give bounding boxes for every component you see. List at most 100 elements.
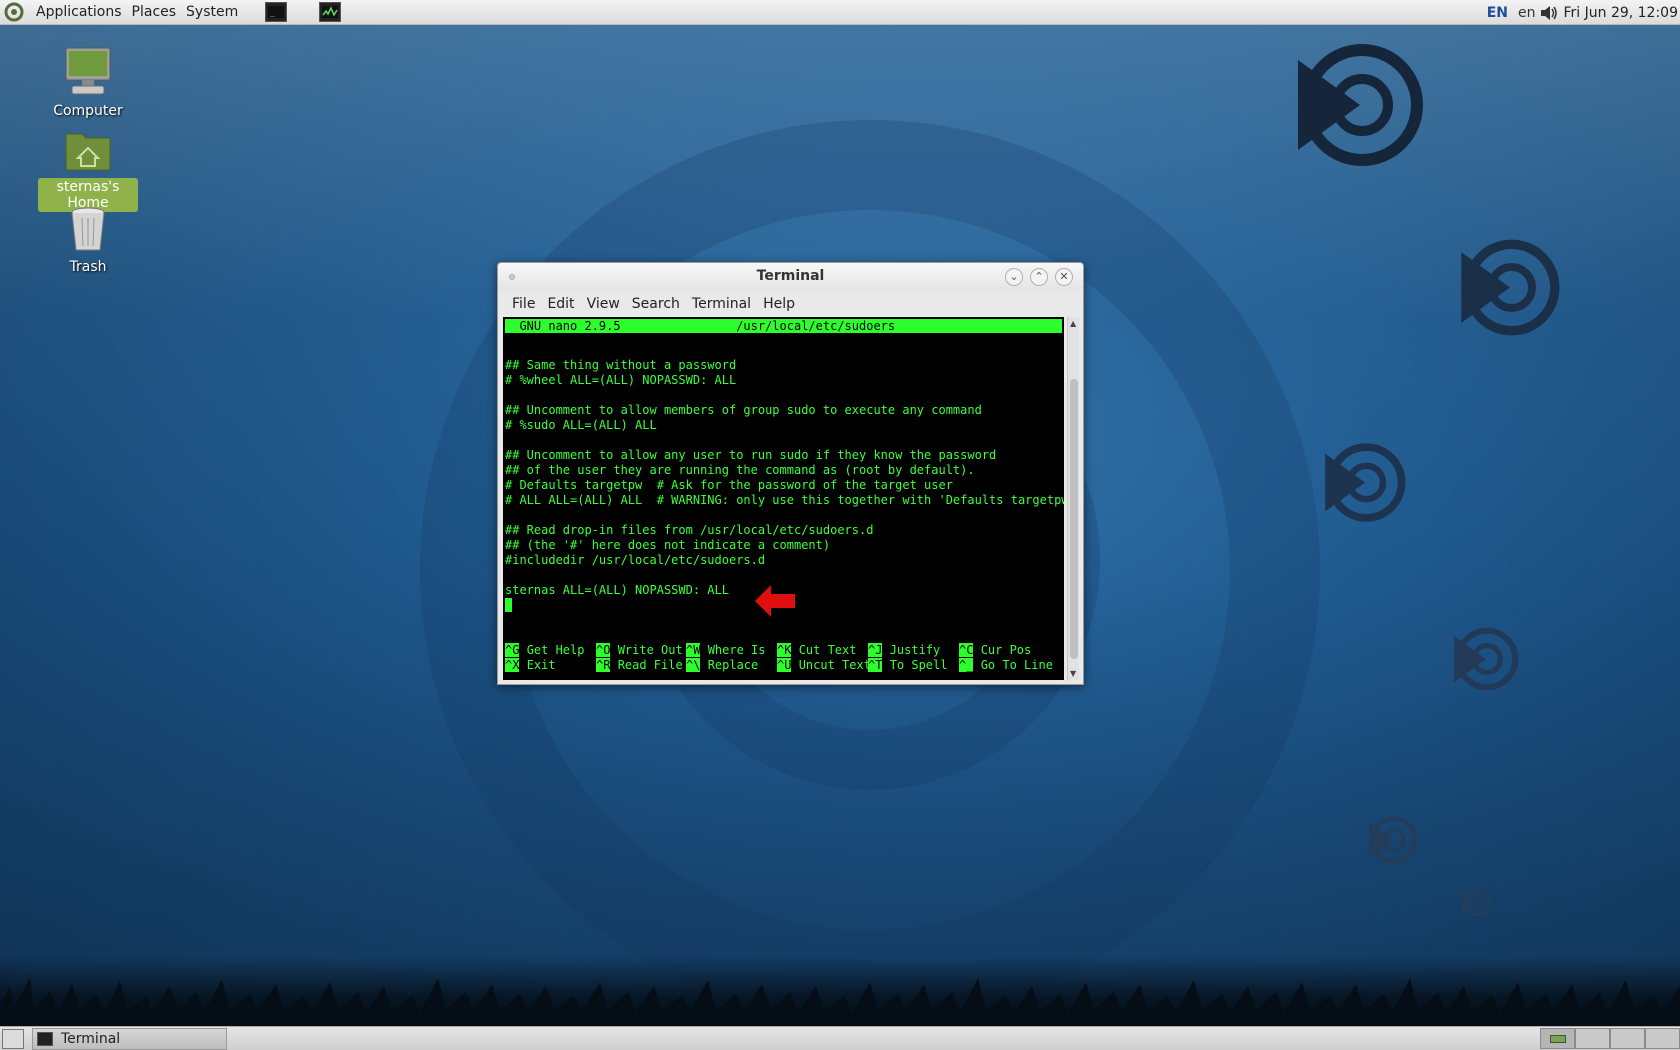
shortcut-key: ^C (959, 643, 974, 657)
top-panel: Applications Places System _ EN en Fri J… (0, 0, 1680, 25)
nano-line: sternas ALL=(ALL) NOPASSWD: ALL (505, 583, 729, 597)
shortcut-where-is: ^W Where Is (686, 643, 765, 658)
workspace-4[interactable] (1645, 1028, 1680, 1049)
shortcut-write-out: ^O Write Out (596, 643, 683, 658)
svg-text:_: _ (270, 8, 275, 17)
clock[interactable]: Fri Jun 29, 12:09 (1559, 5, 1680, 21)
bottom-panel: Terminal (0, 1026, 1680, 1050)
nano-line: ## Uncomment to allow any user to run su… (505, 448, 997, 462)
shortcut-label: Read File (617, 658, 683, 672)
nano-line: # %wheel ALL=(ALL) NOPASSWD: ALL (505, 373, 737, 387)
terminal-window: Terminal ⌄ ⌃ ✕ File Edit View Search Ter… (497, 262, 1084, 685)
nano-line: ## (the '#' here does not indicate a com… (505, 538, 831, 552)
wallpaper-grass (0, 956, 1680, 1026)
menu-applications[interactable]: Applications (31, 0, 127, 25)
shortcut-label: To Spell (889, 658, 948, 672)
menu-terminal[interactable]: Terminal (686, 296, 757, 312)
wallpaper-logo (1454, 627, 1519, 691)
shortcut-label: Cur Pos (980, 643, 1032, 657)
volume-icon[interactable] (1539, 4, 1559, 22)
scroll-up-icon[interactable]: ▲ (1070, 319, 1076, 328)
shortcut-label: Go To Line (980, 658, 1053, 672)
nano-line: ## Same thing without a password (505, 358, 737, 372)
distro-logo-icon[interactable] (3, 1, 25, 23)
workspace-1[interactable] (1540, 1028, 1575, 1049)
shortcut-key: ^O (596, 643, 611, 657)
nano-line: # %sudo ALL=(ALL) ALL (505, 418, 657, 432)
shortcut-label: Replace (707, 658, 759, 672)
shortcut-key: ^\ (686, 658, 701, 672)
nano-line: ## Read drop-in files from /usr/local/et… (505, 523, 874, 537)
workspace-3[interactable] (1610, 1028, 1645, 1049)
show-desktop-button[interactable] (2, 1028, 24, 1049)
menu-view[interactable]: View (581, 296, 626, 312)
shortcut-get-help: ^G Get Help (505, 643, 584, 658)
menu-help[interactable]: Help (757, 296, 801, 312)
shortcut-go-to-line: ^_ Go To Line (959, 658, 1053, 673)
nano-line: # ALL ALL=(ALL) ALL # WARNING: only use … (505, 493, 1064, 507)
terminal-launcher-icon[interactable]: _ (265, 2, 288, 22)
shortcut-to-spell: ^T To Spell (868, 658, 947, 673)
system-monitor-launcher-icon[interactable] (319, 2, 342, 22)
wallpaper-logo (1369, 816, 1418, 864)
minimize-button[interactable]: ⌄ (1005, 268, 1023, 286)
wallpaper-logo (1461, 888, 1491, 916)
workspace-window-preview (1549, 1035, 1566, 1043)
shortcut-label: Exit (526, 658, 556, 672)
shortcut-key: ^G (505, 643, 520, 657)
shortcut-key: ^X (505, 658, 520, 672)
close-button[interactable]: ✕ (1055, 268, 1073, 286)
desktop-icon-computer[interactable]: Computer (38, 46, 138, 120)
shortcut-key: ^_ (959, 658, 974, 672)
trash-icon (71, 207, 105, 251)
shortcut-justify: ^J Justify (868, 643, 940, 658)
scroll-down-icon[interactable]: ▼ (1070, 669, 1076, 678)
shortcut-cut-text: ^K Cut Text (777, 643, 856, 658)
shortcut-key: ^U (777, 658, 792, 672)
shortcut-label: Cut Text (798, 643, 857, 657)
annotation-arrow-icon (755, 585, 795, 617)
menu-places[interactable]: Places (127, 0, 182, 25)
taskbar-item-label: Terminal (61, 1030, 121, 1047)
window-titlebar[interactable]: Terminal ⌄ ⌃ ✕ (498, 263, 1083, 291)
text-cursor (505, 598, 512, 612)
shortcut-key: ^T (868, 658, 883, 672)
wallpaper-logo (1325, 443, 1406, 522)
workspace-switcher (1540, 1028, 1680, 1049)
home-folder-icon (65, 133, 111, 171)
keyboard-layout-indicator[interactable]: EN (1481, 5, 1514, 21)
language-indicator[interactable]: en (1514, 5, 1540, 21)
shortcut-uncut-text: ^U Uncut Text (777, 658, 871, 673)
shortcut-label: Where Is (707, 643, 766, 657)
computer-icon (65, 47, 111, 95)
shortcut-replace: ^\ Replace (686, 658, 758, 673)
taskbar-item-terminal[interactable]: Terminal (32, 1027, 227, 1050)
shortcut-label: Uncut Text (798, 658, 871, 672)
nano-title-bar: GNU nano 2.9.5 /usr/local/etc/sudoers (505, 319, 1062, 333)
desktop-icon-home[interactable]: sternas's Home (38, 128, 138, 212)
nano-line: #includedir /usr/local/etc/sudoers.d (505, 553, 766, 567)
maximize-button[interactable]: ⌃ (1030, 268, 1048, 286)
scrollbar-thumb[interactable] (1070, 379, 1078, 659)
shortcut-exit: ^X Exit (505, 658, 556, 673)
desktop-icon-trash[interactable]: Trash (38, 206, 138, 276)
workspace-2[interactable] (1575, 1028, 1610, 1049)
menu-search[interactable]: Search (626, 296, 686, 312)
window-menubar: File Edit View Search Terminal Help (498, 291, 1083, 317)
shortcut-cur-pos: ^C Cur Pos (959, 643, 1031, 658)
terminal-screen[interactable]: GNU nano 2.9.5 /usr/local/etc/sudoers ##… (503, 317, 1064, 680)
terminal-scrollbar[interactable]: ▲ ▼ (1067, 317, 1079, 680)
nano-line: ## of the user they are running the comm… (505, 463, 975, 477)
desktop-icon-label: Trash (69, 259, 107, 275)
shortcut-label: Write Out (617, 643, 683, 657)
shortcut-label: Justify (889, 643, 941, 657)
shortcut-key: ^W (686, 643, 701, 657)
window-title: Terminal (756, 268, 825, 284)
shortcut-key: ^K (777, 643, 792, 657)
terminal-icon (37, 1031, 53, 1046)
shortcut-key: ^R (596, 658, 611, 672)
menu-edit[interactable]: Edit (541, 296, 580, 312)
shortcut-key: ^J (868, 643, 883, 657)
menu-file[interactable]: File (506, 296, 541, 312)
menu-system[interactable]: System (181, 0, 243, 25)
